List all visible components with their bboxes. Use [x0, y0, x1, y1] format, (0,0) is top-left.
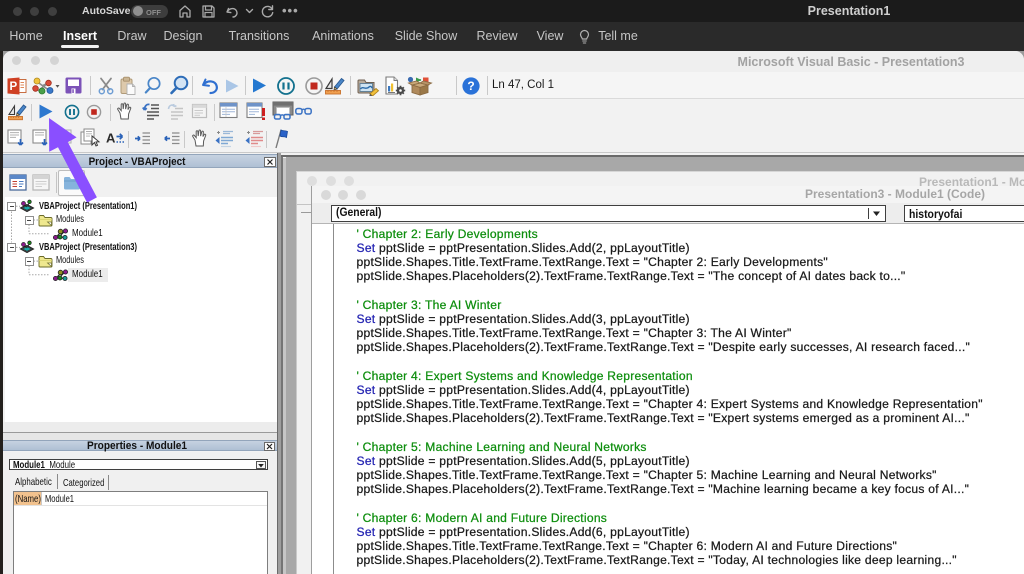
svg-text:P: P — [9, 81, 17, 93]
svg-text:?: ? — [467, 79, 474, 93]
